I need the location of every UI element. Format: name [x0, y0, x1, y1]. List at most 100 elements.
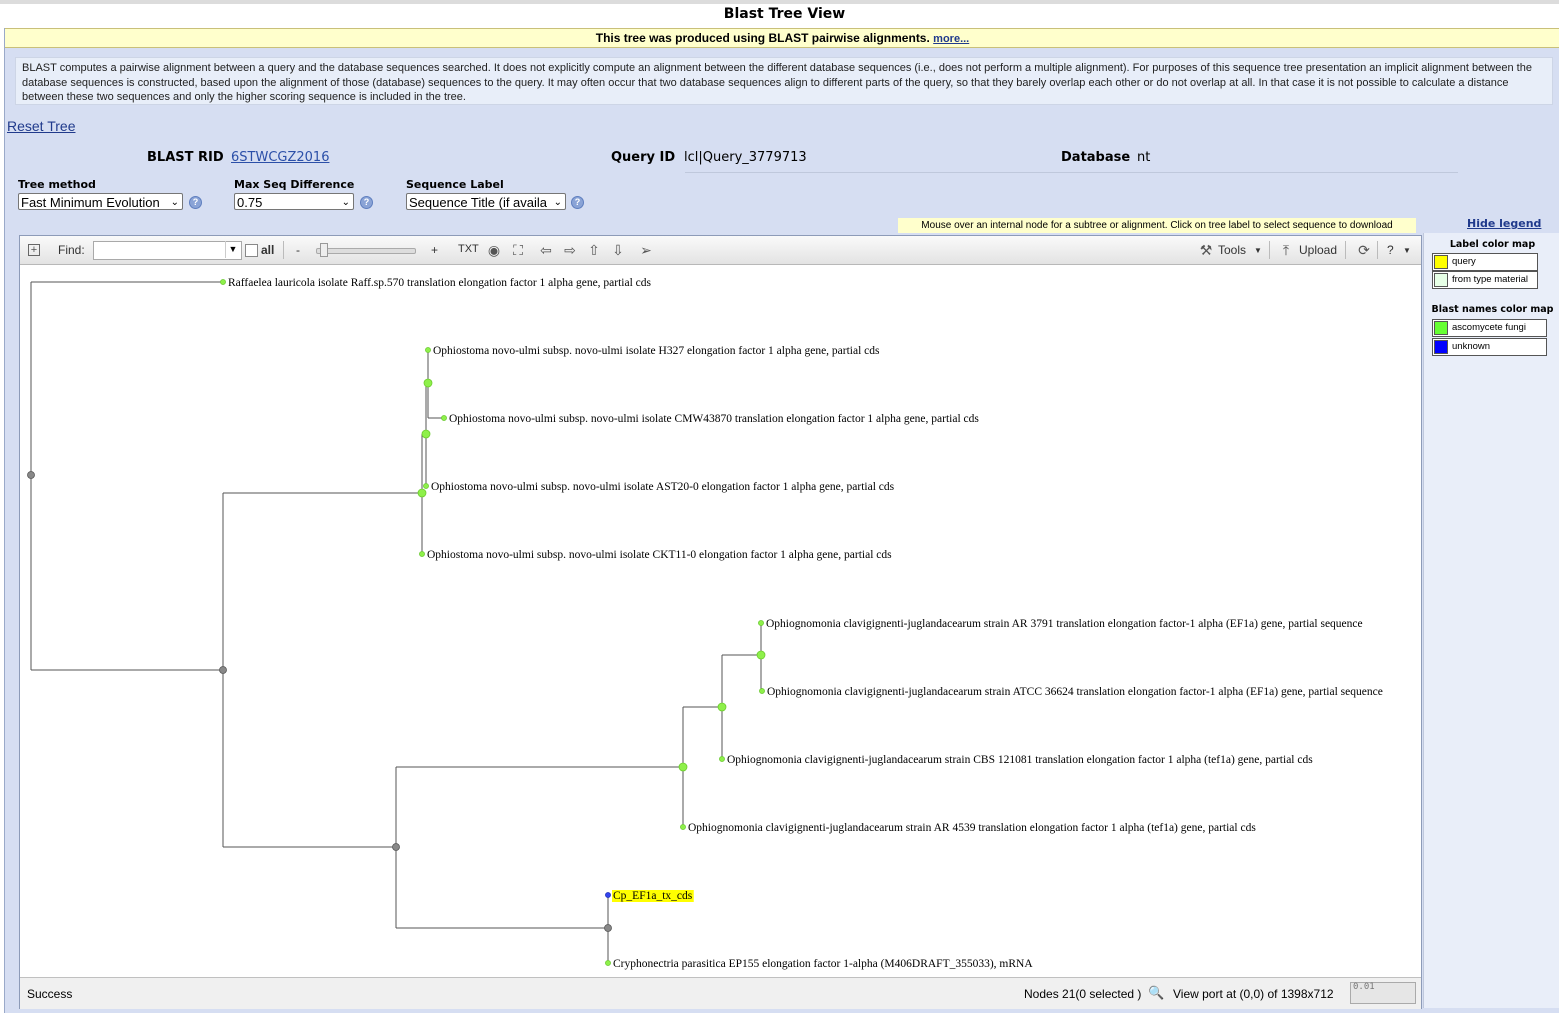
expand-icon[interactable]: +: [28, 244, 40, 256]
pointer-icon[interactable]: ➢: [638, 242, 654, 258]
arrow-left-icon[interactable]: ⇦: [538, 242, 554, 258]
internal-node[interactable]: [604, 924, 612, 932]
query-leaf-label[interactable]: Cp_EF1a_tx_cds: [613, 890, 693, 902]
help-icon[interactable]: ?: [189, 196, 202, 209]
legend-label: from type material: [1452, 274, 1529, 285]
internal-node[interactable]: [421, 429, 431, 439]
arrow-right-icon[interactable]: ⇨: [562, 242, 578, 258]
tree-panel: + Find: ▼ all - + TXT ◉ ⛶ ⇦ ⇨ ⇧ ⇩ ➢ ⚒ To…: [19, 235, 1422, 1009]
tools-menu-button[interactable]: Tools: [1218, 243, 1246, 257]
label-color-map-title: Label color map: [1449, 239, 1536, 250]
chevron-down-icon[interactable]: ▼: [1254, 246, 1262, 255]
blast-rid-link[interactable]: 6STWCGZ2016: [231, 150, 329, 165]
zoom-slider[interactable]: [316, 248, 416, 254]
chevron-down-icon: ⌄: [170, 197, 179, 208]
legend-item-query: query: [1432, 253, 1538, 271]
leaf-node[interactable]: [425, 347, 431, 353]
internal-node[interactable]: [392, 843, 400, 851]
internal-node[interactable]: [417, 488, 427, 498]
query-id-label: Query ID: [611, 150, 676, 165]
leaf-label[interactable]: Ophiognomonia clavigignenti-juglandacear…: [688, 822, 1256, 834]
legend-label: ascomycete fungi: [1452, 322, 1526, 333]
legend-item-ascomycete: ascomycete fungi: [1432, 319, 1547, 337]
leaf-label[interactable]: Ophiostoma novo-ulmi subsp. novo-ulmi is…: [431, 481, 895, 493]
tree-method-value: Fast Minimum Evolution: [21, 195, 160, 210]
tree-canvas[interactable]: Raffaelea lauricola isolate Raff.sp.570 …: [20, 265, 1419, 977]
chevron-down-icon: ⌄: [341, 197, 350, 208]
zoom-out-button[interactable]: -: [296, 243, 300, 257]
leaf-label[interactable]: Ophiognomonia clavigignenti-juglandacear…: [766, 618, 1363, 630]
leaf-label[interactable]: Ophiognomonia clavigignenti-juglandacear…: [727, 754, 1313, 766]
help-icon[interactable]: ?: [360, 196, 373, 209]
reset-tree-link[interactable]: Reset Tree: [7, 118, 75, 134]
tools-icon[interactable]: ⚒: [1198, 242, 1214, 258]
zoom-icon[interactable]: ◉: [486, 242, 502, 258]
sequence-label-select[interactable]: Sequence Title (if availa ⌄: [406, 193, 566, 210]
internal-node[interactable]: [756, 650, 766, 660]
tree-method-select[interactable]: Fast Minimum Evolution ⌄: [18, 193, 183, 210]
leaf-node[interactable]: [419, 551, 425, 557]
chevron-down-icon[interactable]: ▼: [1403, 246, 1411, 255]
legend-panel: Label color map query from type material…: [1423, 233, 1559, 1008]
leaf-node[interactable]: [441, 415, 447, 421]
internal-node[interactable]: [219, 666, 227, 674]
zoom-slider-handle[interactable]: [320, 243, 328, 257]
refresh-icon[interactable]: ⟳: [1356, 242, 1372, 258]
txt-button[interactable]: TXT: [458, 243, 479, 255]
leaf-node[interactable]: [220, 279, 226, 285]
leaf-node[interactable]: [759, 688, 765, 694]
leaf-label[interactable]: Cryphonectria parasitica EP155 elongatio…: [613, 958, 1033, 970]
status-bar: Success Nodes 21(0 selected ) 🔍 View por…: [20, 977, 1421, 1009]
banner-text: This tree was produced using BLAST pairw…: [595, 31, 930, 45]
phylogenetic-tree[interactable]: Raffaelea lauricola isolate Raff.sp.570 …: [20, 265, 1419, 977]
fit-screen-icon[interactable]: ⛶: [510, 242, 526, 258]
info-box: BLAST computes a pairwise alignment betw…: [15, 57, 1553, 105]
leaf-node[interactable]: [423, 483, 429, 489]
main-frame: This tree was produced using BLAST pairw…: [4, 28, 1559, 1013]
leaf-node[interactable]: [680, 824, 686, 830]
help-icon[interactable]: ?: [571, 196, 584, 209]
find-all-checkbox[interactable]: [245, 244, 258, 257]
find-input[interactable]: [93, 241, 242, 260]
chevron-down-icon[interactable]: ▼: [225, 241, 240, 258]
leaf-label[interactable]: Ophiostoma novo-ulmi subsp. novo-ulmi is…: [449, 413, 979, 425]
internal-node[interactable]: [717, 702, 727, 712]
toolbar-divider: [283, 241, 284, 259]
tree-method-label: Tree method: [18, 178, 96, 191]
legend-item-unknown: unknown: [1432, 338, 1547, 356]
nodes-count: Nodes 21(0 selected ): [1024, 987, 1142, 1001]
leaf-label[interactable]: Ophiostoma novo-ulmi subsp. novo-ulmi is…: [427, 549, 892, 561]
magnifier-icon[interactable]: 🔍: [1148, 985, 1164, 1001]
blast-rid-label: BLAST RID: [147, 150, 224, 165]
leaf-node[interactable]: [605, 960, 611, 966]
scale-value: 0.01: [1353, 982, 1375, 992]
zoom-in-button[interactable]: +: [431, 243, 438, 257]
banner-more-link[interactable]: more...: [933, 33, 969, 45]
arrow-up-icon[interactable]: ⇧: [586, 242, 602, 258]
leaf-label[interactable]: Raffaelea lauricola isolate Raff.sp.570 …: [228, 277, 652, 289]
database-label: Database: [1061, 150, 1131, 165]
max-seq-value: 0.75: [237, 195, 263, 210]
viewport-info: View port at (0,0) of 1398x712: [1173, 987, 1334, 1001]
find-all-label: all: [261, 243, 275, 257]
sequence-label-value: Sequence Title (if availa: [409, 195, 548, 210]
query-id-value: lcl|Query_3779713: [684, 150, 807, 165]
upload-icon[interactable]: ⤒: [1278, 242, 1294, 258]
mouseover-hint: Mouse over an internal node for a subtre…: [898, 218, 1416, 233]
max-seq-select[interactable]: 0.75 ⌄: [234, 193, 354, 210]
legend-swatch: [1434, 255, 1448, 269]
leaf-node[interactable]: [719, 756, 725, 762]
leaf-label[interactable]: Ophiostoma novo-ulmi subsp. novo-ulmi is…: [433, 345, 880, 357]
upload-button[interactable]: Upload: [1299, 243, 1337, 257]
leaf-label[interactable]: Ophiognomonia clavigignenti-juglandacear…: [767, 686, 1383, 698]
internal-node[interactable]: [27, 471, 35, 479]
leaf-node[interactable]: [605, 892, 611, 898]
help-menu-button[interactable]: ?: [1387, 243, 1394, 257]
leaf-node[interactable]: [758, 620, 764, 626]
arrow-down-icon[interactable]: ⇩: [610, 242, 626, 258]
legend-swatch: [1434, 273, 1448, 287]
legend-swatch: [1434, 321, 1448, 335]
internal-node[interactable]: [678, 762, 688, 772]
internal-node[interactable]: [423, 378, 433, 388]
hide-legend-link[interactable]: Hide legend: [1467, 217, 1541, 230]
